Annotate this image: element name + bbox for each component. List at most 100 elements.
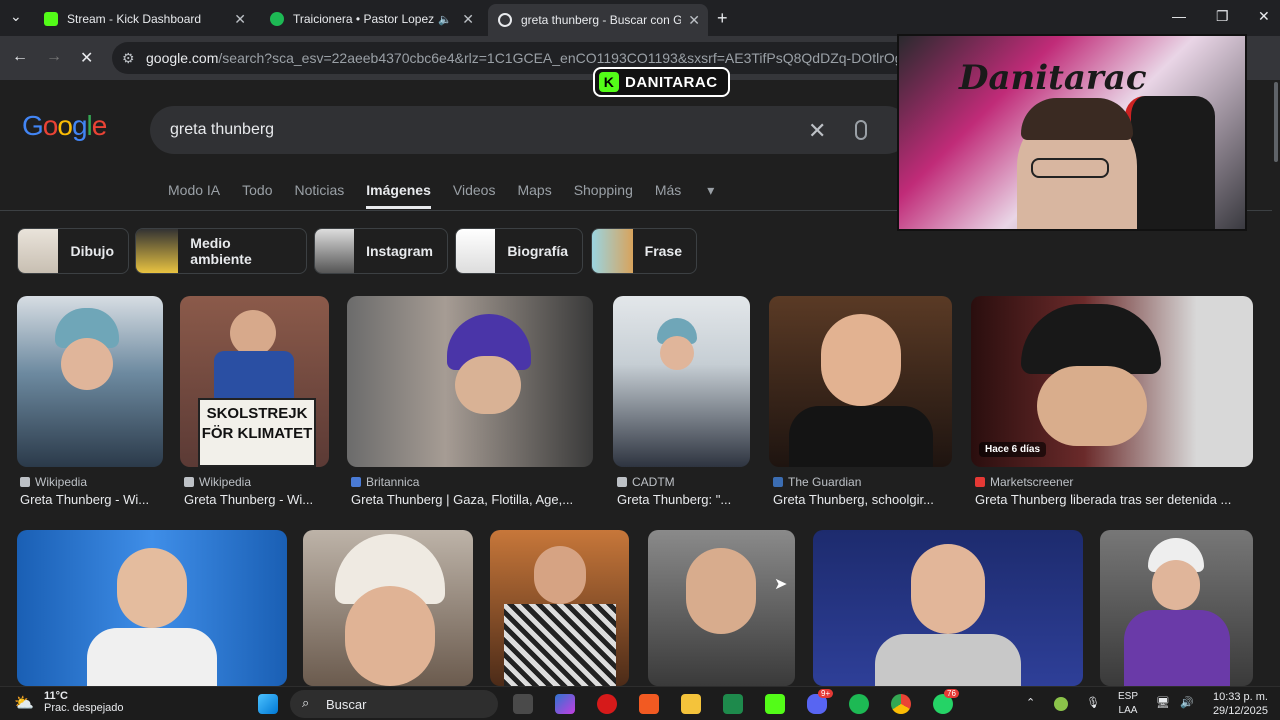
forward-button[interactable]: → [46,48,62,66]
result-caption[interactable]: Greta Thunberg: "... [617,492,751,507]
streamer-hair [1021,98,1133,140]
close-icon[interactable]: ✕ [234,11,246,28]
chip-instagram[interactable]: Instagram [314,228,448,274]
face-shape [660,336,694,370]
tab-kick-dashboard[interactable]: Stream - Kick Dashboard ✕ [34,4,254,34]
result-image[interactable]: SKOLSTREJK FÖR KLIMATET [180,296,329,467]
result-image[interactable] [813,530,1083,686]
new-tab-button[interactable]: + [717,8,728,29]
close-window-button[interactable]: ✕ [1258,8,1270,25]
result-caption[interactable]: Greta Thunberg, schoolgir... [773,492,953,507]
tab-spotify[interactable]: Traicionera • Pastor Lopez 🔈 ✕ [260,4,482,34]
result-caption[interactable]: Greta Thunberg - Wi... [20,492,166,507]
clear-search-icon[interactable]: ✕ [808,118,826,144]
tab-modo-ia[interactable]: Modo IA [168,182,220,209]
input-language[interactable]: ESP LAA [1118,690,1138,718]
windows-taskbar: ⛅ 11°C Prac. despejado ⌕ Buscar 9+ 76 ⌃ … [0,686,1280,720]
tab-shopping[interactable]: Shopping [574,182,633,209]
tab-mas[interactable]: Más ▾ [655,182,736,209]
britannica-icon [351,477,361,487]
volume-icon[interactable]: 🔊 [1180,696,1194,709]
brave-icon[interactable] [639,694,659,714]
google-icon [498,13,512,27]
speaker-icon[interactable]: 🔈 [438,13,452,26]
file-explorer-icon[interactable] [681,694,701,714]
result-image[interactable] [1100,530,1253,686]
tab-imagenes[interactable]: Imágenes [366,182,431,209]
microphone-icon[interactable] [855,120,867,140]
chrome-icon[interactable] [891,694,911,714]
chevron-up-icon[interactable]: ⌃ [1026,696,1035,709]
spotify-icon[interactable] [849,694,869,714]
face-shape [911,544,985,634]
back-button[interactable]: ← [12,48,28,66]
lang-code: ESP [1118,691,1139,702]
microphone-tray-icon[interactable]: 🎙 [1086,696,1100,709]
chip-biografia[interactable]: Biografía [455,228,583,274]
chip-medio-ambiente[interactable]: Medio ambiente [135,228,307,274]
result-source[interactable]: Marketscreener [975,475,1073,489]
chip-dibujo[interactable]: Dibujo [17,228,129,274]
site-info-icon[interactable]: ⚙ [122,50,135,67]
network-icon[interactable]: 🖥 [1156,696,1170,709]
result-image[interactable] [769,296,952,467]
result-source[interactable]: Britannica [351,475,419,489]
tab-videos[interactable]: Videos [453,182,496,209]
tray-app-icon[interactable] [1054,697,1068,711]
result-source[interactable]: The Guardian [773,475,861,489]
tab-noticias[interactable]: Noticias [295,182,345,209]
chip-thumbnail [136,229,179,273]
wikipedia-icon [20,477,30,487]
source-label: CADTM [632,475,675,489]
discord-notification-badge: 9+ [818,689,834,698]
result-image[interactable] [303,530,473,686]
result-caption[interactable]: Greta Thunberg - Wi... [184,492,330,507]
search-input[interactable]: greta thunberg [150,106,910,154]
face-shape [534,546,586,604]
scrollbar-thumb[interactable] [1274,82,1278,162]
url-path: /search?sca_esv=22aeeb4370cbc6e4&rlz=1C1… [218,50,912,66]
result-image[interactable] [17,530,287,686]
result-source[interactable]: Wikipedia [184,475,251,489]
task-view-icon[interactable] [513,694,533,714]
tab-search-chevron-icon[interactable]: ⌄ [10,8,22,25]
result-source[interactable]: Wikipedia [20,475,87,489]
chip-thumbnail [18,229,59,273]
page-scrollbar[interactable] [1272,80,1280,686]
tab-maps[interactable]: Maps [517,182,551,209]
taskbar-search-box[interactable]: ⌕ Buscar [290,690,498,718]
opera-icon[interactable] [597,694,617,714]
marketscreener-icon [975,477,985,487]
address-bar[interactable]: google.com/search?sca_esv=22aeeb4370cbc6… [112,42,912,74]
chip-thumbnail [592,229,633,273]
streamer-name: DANITARAC [625,73,718,91]
result-image[interactable] [613,296,750,467]
windows-start-icon[interactable] [258,694,278,714]
tab-google-search[interactable]: greta thunberg - Buscar con Go ✕ [488,4,708,36]
copilot-icon[interactable] [555,694,575,714]
tab-todo[interactable]: Todo [242,182,272,209]
result-caption[interactable]: Greta Thunberg liberada tras ser detenid… [975,492,1255,507]
result-image[interactable] [648,530,795,686]
stop-loading-button[interactable]: ✕ [80,48,93,68]
source-label: Marketscreener [990,475,1074,489]
close-icon[interactable]: ✕ [462,11,474,28]
chip-frase[interactable]: Frase [591,228,697,274]
chip-thumbnail [315,229,355,273]
close-icon[interactable]: ✕ [688,12,700,29]
result-image[interactable] [347,296,593,467]
minimize-button[interactable]: — [1172,8,1186,24]
kick-app-icon[interactable] [765,694,785,714]
result-source[interactable]: CADTM [617,475,675,489]
tab-bar: ⌄ Stream - Kick Dashboard ✕ Traicionera … [0,0,1280,36]
app-icon[interactable] [723,694,743,714]
result-image[interactable] [17,296,163,467]
source-label: Wikipedia [35,475,88,489]
result-caption[interactable]: Greta Thunberg | Gaza, Flotilla, Age,... [351,492,595,507]
result-image[interactable]: Hace 6 días [971,296,1253,467]
result-image[interactable] [490,530,629,686]
system-clock[interactable]: 10:33 p. m. 29/12/2025 [1213,690,1268,718]
weather-widget[interactable]: ⛅ 11°C Prac. despejado [10,690,124,714]
google-logo[interactable]: Google [22,110,107,142]
restore-button[interactable]: ❐ [1216,8,1229,25]
